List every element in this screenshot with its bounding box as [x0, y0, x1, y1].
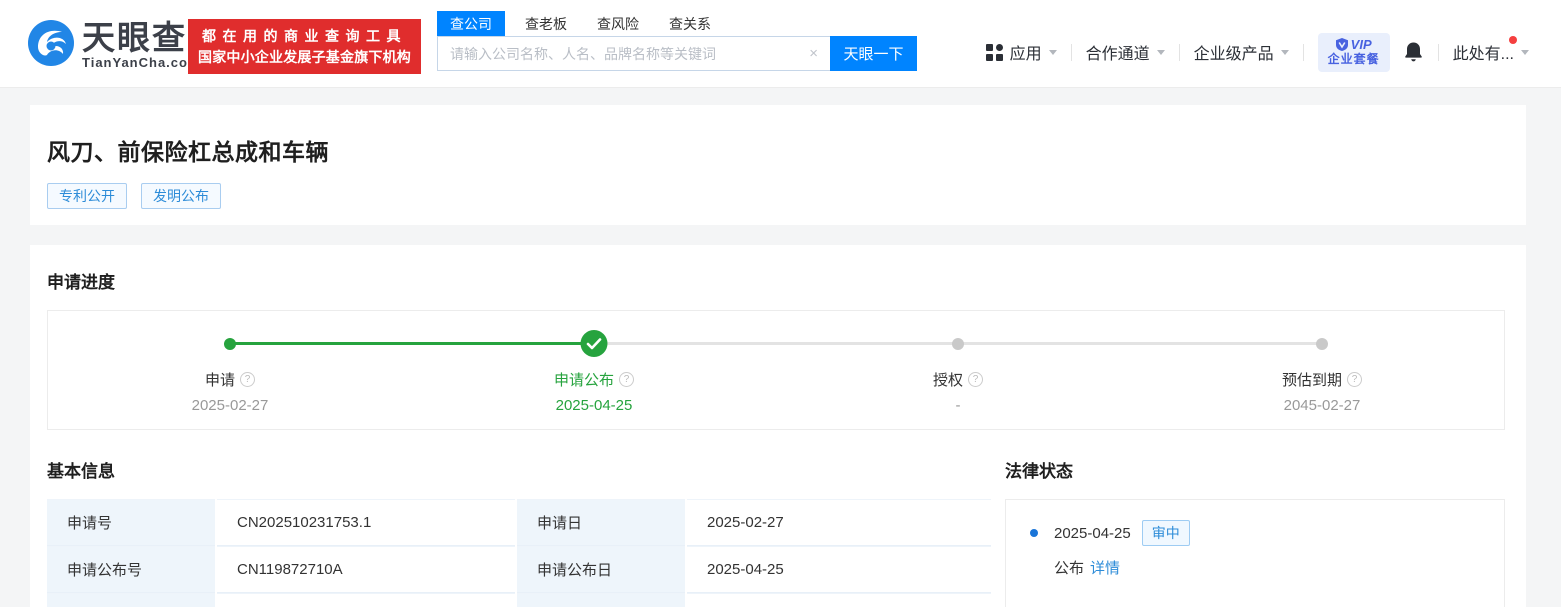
nav-divider [1070, 43, 1072, 61]
status-badge: 审中 [1141, 520, 1190, 546]
nav-apps[interactable]: 应用 [985, 40, 1057, 64]
bell-icon [1404, 42, 1422, 62]
tab-search-company[interactable]: 查公司 [437, 11, 505, 37]
step-label: 申请公布 [553, 372, 614, 389]
clear-icon[interactable]: × [809, 45, 818, 62]
step-date: 2045-02-27 [1283, 397, 1361, 414]
apps-grid-icon [985, 43, 1003, 61]
progress-section-title: 申请进度 [47, 273, 115, 292]
notification-red-dot [1509, 36, 1517, 44]
help-icon[interactable]: ? [968, 372, 983, 387]
chevron-down-icon [1048, 49, 1057, 55]
table-label [47, 593, 215, 607]
legal-status-title: 法律状态 [1005, 462, 1073, 481]
help-icon[interactable]: ? [619, 372, 634, 387]
table-label: 申请公布号 [47, 546, 215, 593]
table-label: 申请号 [47, 499, 215, 546]
nav-cooperation[interactable]: 合作通道 [1086, 40, 1165, 64]
help-icon[interactable]: ? [240, 372, 255, 387]
step-label: 申请 [204, 372, 235, 389]
patent-title-card: 风刀、前保险杠总成和车辆 专利公开 发明公布 [30, 105, 1526, 225]
vip-package-button[interactable]: VIP 企业套餐 [1317, 32, 1390, 72]
vip-label: VIP [1350, 36, 1372, 52]
table-label: 申请日 [517, 499, 685, 546]
tab-search-boss[interactable]: 查老板 [525, 11, 567, 37]
nav-divider [1302, 43, 1304, 61]
legal-status-section: 法律状态 2025-04-25 审中 公布 详情 [1005, 457, 1505, 607]
application-progress-timeline: 申请? 2025-02-27 申请公布? 2025-04-25 授权? - 预估… [47, 310, 1505, 430]
table-value: CN202510231753.1 [217, 499, 515, 546]
nav-cooperation-label: 合作通道 [1085, 46, 1150, 63]
chevron-down-icon [1156, 49, 1165, 55]
search-tabs: 查公司 查老板 查风险 查关系 [437, 11, 917, 37]
progress-dot-applied [224, 338, 236, 350]
legal-status-box: 2025-04-25 审中 公布 详情 [1005, 499, 1505, 607]
bullet-icon [1030, 529, 1038, 537]
chevron-down-icon [1521, 49, 1529, 55]
user-menu[interactable]: 此处有... [1452, 36, 1529, 64]
step-date: 2025-02-27 [191, 397, 269, 414]
logo-eye-icon [28, 20, 74, 71]
step-date: - [955, 397, 961, 414]
basic-info-section: 基本信息 申请号 CN202510231753.1 申请日 2025-02-27… [47, 457, 991, 607]
banner-line1: 都在用的商业查询工具 [202, 28, 407, 44]
tab-search-relation[interactable]: 查关系 [669, 11, 711, 37]
table-value [687, 593, 991, 607]
search-input[interactable] [437, 36, 830, 71]
banner-line2: 国家中小企业发展子基金旗下机构 [198, 49, 411, 65]
notification-bell-button[interactable] [1403, 41, 1424, 63]
tag-invention-publication: 发明公布 [141, 183, 221, 209]
page-title: 风刀、前保险杠总成和车辆 [47, 139, 329, 165]
step-label: 预估到期 [1281, 372, 1342, 389]
vip-shield-icon [1335, 37, 1348, 51]
nav-divider [1437, 43, 1439, 61]
vip-sublabel: 企业套餐 [1327, 51, 1380, 66]
tianyancha-logo[interactable]: 天眼查 TianYanCha.com [28, 20, 201, 71]
table-label: 申请公布日 [517, 546, 685, 593]
progress-step-publication: 申请公布? 2025-04-25 [412, 369, 776, 414]
table-label [517, 593, 685, 607]
user-menu-label: 此处有... [1452, 46, 1514, 63]
step-label: 授权 [932, 372, 963, 389]
top-header: 天眼查 TianYanCha.com 都在用的商业查询工具 国家中小企业发展子基… [0, 0, 1561, 88]
nav-enterprise-label: 企业级产品 [1193, 46, 1274, 63]
progress-dot-expiry [1316, 338, 1328, 350]
header-nav: 应用 合作通道 企业级产品 VIP 企业套餐 此处有... [985, 30, 1529, 74]
progress-segment-pending [958, 342, 1322, 345]
table-value: 2025-04-25 [687, 546, 991, 593]
progress-step-estimated-expiry: 预估到期? 2045-02-27 [1140, 369, 1504, 414]
legal-status-text: 公布 [1054, 560, 1085, 577]
search-area: 查公司 查老板 查风险 查关系 × 天眼一下 [437, 11, 917, 71]
basic-info-title: 基本信息 [47, 462, 115, 481]
progress-step-apply: 申请? 2025-02-27 [48, 369, 412, 414]
nav-enterprise[interactable]: 企业级产品 [1194, 40, 1289, 64]
check-circle-icon [580, 330, 608, 357]
progress-dot-granted [952, 338, 964, 350]
step-date: 2025-04-25 [555, 397, 633, 414]
help-icon[interactable]: ? [1347, 372, 1362, 387]
legal-status-date: 2025-04-25 [1054, 524, 1131, 542]
nav-divider [1178, 43, 1180, 61]
tab-search-risk[interactable]: 查风险 [597, 11, 639, 37]
logo-domain-text: TianYanCha.com [82, 55, 201, 70]
promo-banner: 都在用的商业查询工具 国家中小企业发展子基金旗下机构 [188, 19, 421, 74]
table-value: CN119872710A [217, 546, 515, 593]
table-value: 2025-02-27 [687, 499, 991, 546]
basic-info-table: 申请号 CN202510231753.1 申请日 2025-02-27 申请公布… [47, 499, 991, 607]
search-button[interactable]: 天眼一下 [830, 36, 917, 71]
detail-link[interactable]: 详情 [1090, 560, 1120, 577]
tag-patent-public: 专利公开 [47, 183, 127, 209]
logo-brand-text: 天眼查 [82, 19, 187, 56]
nav-divider [1396, 44, 1397, 61]
progress-segment-done [230, 342, 594, 345]
progress-step-grant: 授权? - [776, 369, 1140, 414]
chevron-down-icon [1280, 49, 1289, 55]
progress-segment-pending [594, 342, 958, 345]
table-value [217, 593, 515, 607]
patent-detail-card: 申请进度 申请? 2025-02-27 申请公布? 2025-04-25 授权?… [30, 245, 1526, 607]
nav-apps-label: 应用 [1009, 46, 1042, 63]
